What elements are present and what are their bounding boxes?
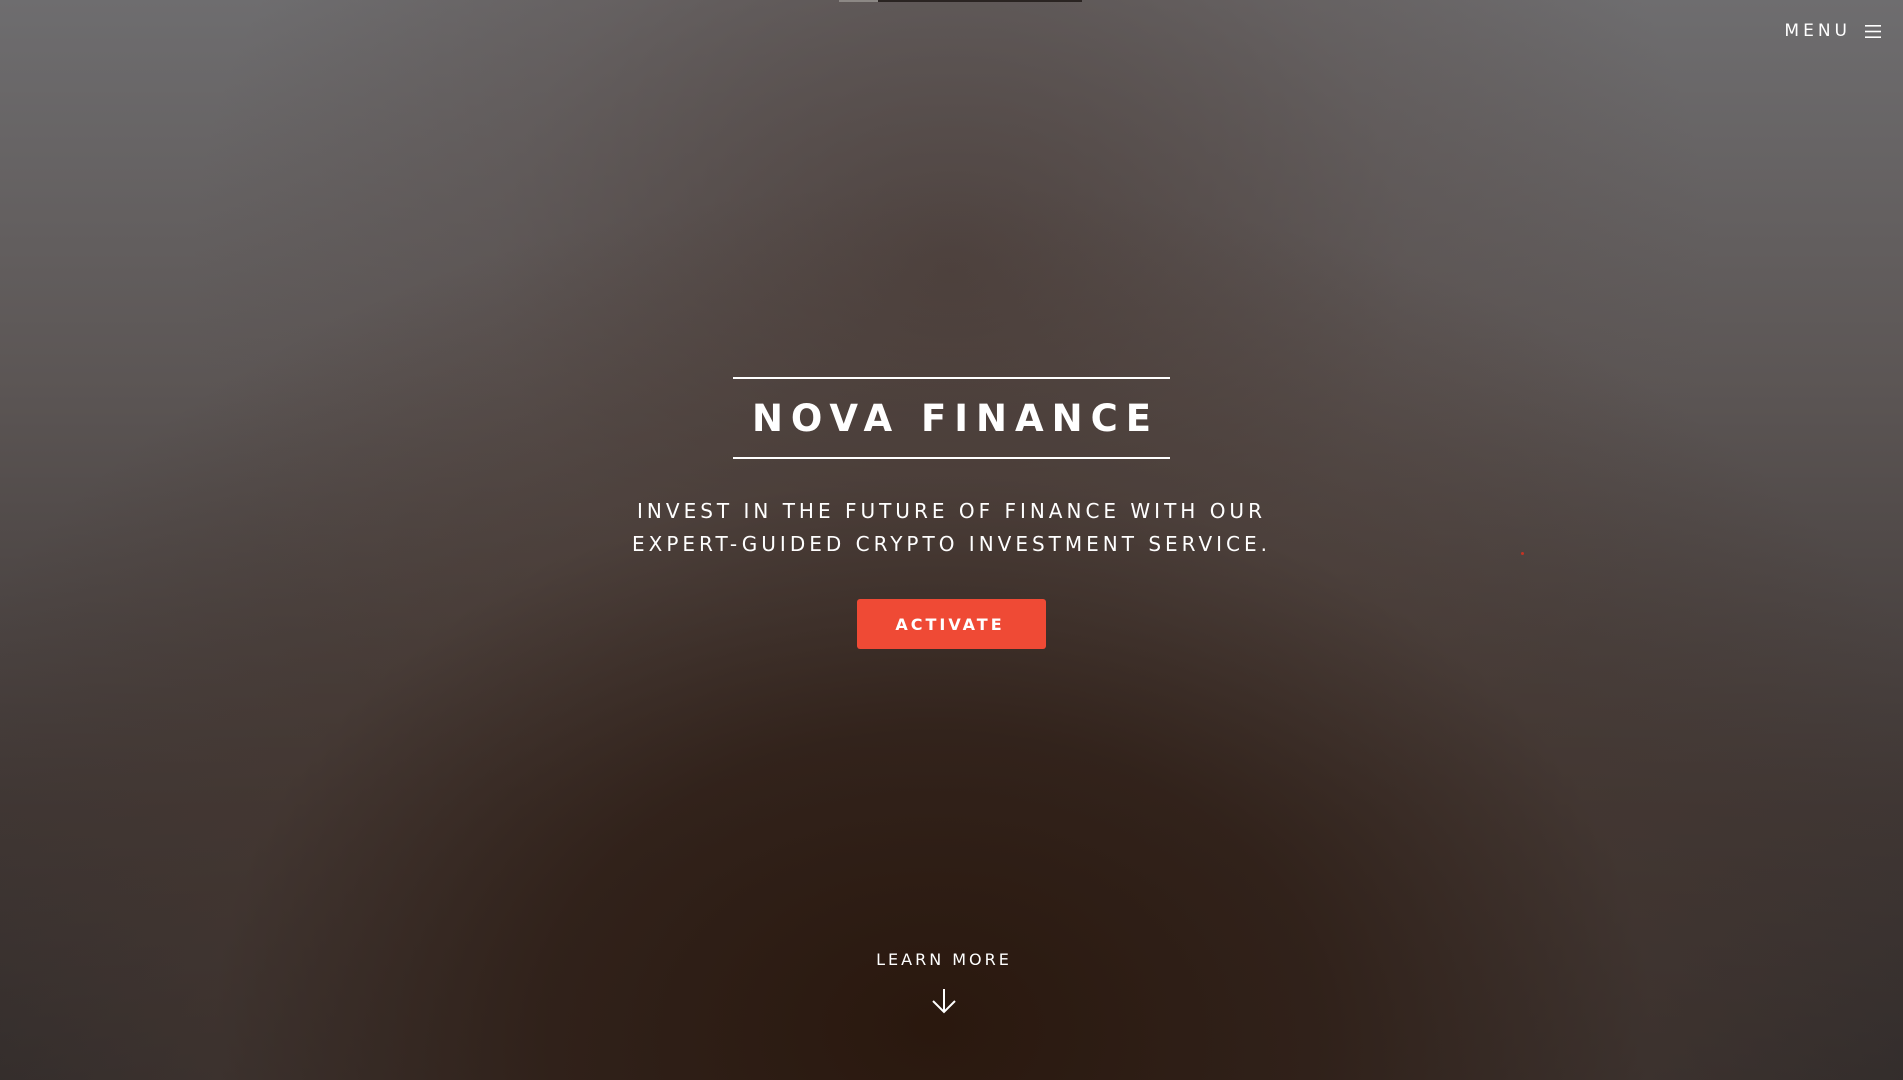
- tagline-line-1: INVEST IN THE FUTURE OF FINANCE WITH OUR: [637, 499, 1266, 523]
- hero-section: MENU NOVA FINANCE INVEST IN THE FUTURE O…: [0, 0, 1903, 1080]
- title-frame: NOVA FINANCE: [733, 377, 1170, 459]
- hero-content: NOVA FINANCE INVEST IN THE FUTURE OF FIN…: [0, 377, 1903, 649]
- activate-button[interactable]: ACTIVATE: [857, 599, 1046, 649]
- menu-toggle-button[interactable]: MENU: [1784, 20, 1881, 42]
- menu-label: MENU: [1784, 21, 1851, 41]
- decorative-dot: [1521, 552, 1524, 555]
- learn-more-label: LEARN MORE: [876, 950, 1012, 969]
- hamburger-icon: [1865, 24, 1881, 38]
- scroll-progress-fill: [839, 0, 878, 2]
- site-title: NOVA FINANCE: [751, 396, 1160, 440]
- hero-tagline: INVEST IN THE FUTURE OF FINANCE WITH OUR…: [572, 495, 1332, 561]
- learn-more-link[interactable]: LEARN MORE: [0, 948, 1888, 1014]
- scroll-progress-bar: [839, 0, 1082, 2]
- arrow-down-icon: [932, 989, 956, 1014]
- tagline-line-2: EXPERT-GUIDED CRYPTO INVESTMENT SERVICE.: [631, 532, 1271, 556]
